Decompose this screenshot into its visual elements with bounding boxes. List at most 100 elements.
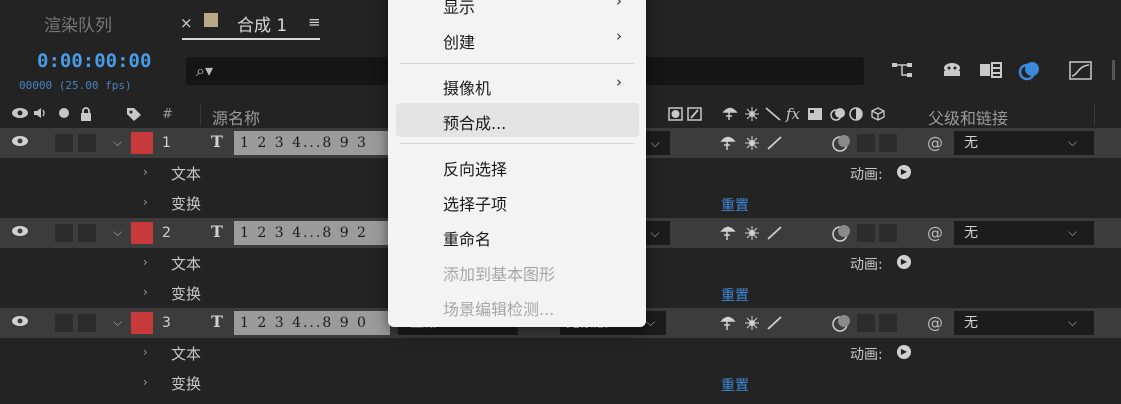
adjustment-layer-box[interactable] — [857, 314, 875, 332]
solo-toggle-box[interactable] — [55, 224, 73, 242]
3d-layer-box[interactable] — [879, 134, 897, 152]
menu-item-precompose[interactable]: 预合成... — [443, 110, 506, 134]
solo-toggle-box[interactable] — [55, 314, 73, 332]
menu-item-invert-selection[interactable]: 反向选择 — [443, 156, 507, 180]
lock-toggle-box[interactable] — [78, 314, 96, 332]
visibility-eye-icon[interactable] — [11, 224, 29, 242]
menu-item-show[interactable]: 显示 — [443, 0, 475, 18]
parent-dropdown-chevron-icon[interactable]: ⌵ — [1068, 315, 1077, 330]
text-layer-icon: T — [211, 132, 223, 151]
text-property-label[interactable]: 文本 — [171, 163, 201, 184]
parent-dropdown-chevron-icon[interactable]: ⌵ — [1068, 135, 1077, 150]
current-time-display[interactable]: 0:00:00:00 — [37, 50, 151, 72]
layer-name-field[interactable]: 1 2 3 4...8 9 0 — [234, 311, 390, 335]
label-color-swatch[interactable] — [131, 222, 153, 244]
reset-link[interactable]: 重置 — [721, 195, 749, 215]
animate-play-icon[interactable]: ▶ — [897, 255, 911, 269]
property-row-transform — [0, 368, 1121, 398]
property-expand-chevron-icon[interactable]: › — [143, 375, 148, 389]
property-expand-chevron-icon[interactable]: › — [143, 285, 148, 299]
motion-blur-icon[interactable] — [1017, 60, 1043, 87]
tab-render-queue[interactable]: 渲染队列 — [44, 11, 112, 36]
motion-blur-switch-icon[interactable] — [830, 132, 856, 158]
transform-property-label[interactable]: 变换 — [171, 283, 201, 304]
solo-dot-icon[interactable] — [58, 106, 70, 124]
graph-editor-icon[interactable] — [1068, 60, 1094, 87]
lock-toggle-box[interactable] — [78, 224, 96, 242]
pick-whip-spiral-icon[interactable]: @ — [927, 133, 943, 152]
video-switch-eye-icon[interactable] — [11, 106, 29, 124]
lock-icon[interactable] — [79, 106, 93, 126]
panel-menu-icon[interactable]: ≡ — [308, 13, 321, 31]
layer-number-header: # — [162, 107, 173, 122]
text-layer-icon: T — [211, 312, 223, 331]
reset-link[interactable]: 重置 — [721, 375, 749, 395]
property-expand-chevron-icon[interactable]: › — [143, 345, 148, 359]
search-icon[interactable]: ⌕▾ — [196, 61, 213, 81]
column-divider — [200, 104, 201, 126]
menu-separator — [400, 63, 634, 64]
text-property-label[interactable]: 文本 — [171, 343, 201, 364]
menu-item-rename[interactable]: 重命名 — [443, 226, 491, 250]
source-name-header[interactable]: 源名称 — [212, 105, 260, 129]
parent-link-header[interactable]: 父级和链接 — [928, 105, 1008, 129]
flowchart-icon[interactable] — [890, 60, 914, 85]
text-layer-icon: T — [211, 222, 223, 241]
audio-speaker-icon[interactable] — [32, 106, 48, 124]
shy-layers-icon[interactable] — [940, 60, 964, 85]
label-color-swatch[interactable] — [131, 312, 153, 334]
text-property-label[interactable]: 文本 — [171, 253, 201, 274]
column-divider — [1094, 104, 1095, 126]
parent-dropdown-chevron-icon[interactable]: ⌵ — [1068, 225, 1077, 240]
animate-label: 动画: — [850, 347, 883, 363]
reset-link[interactable]: 重置 — [721, 285, 749, 305]
menu-item-select-children[interactable]: 选择子项 — [443, 191, 507, 215]
layer-number: 1 — [162, 135, 171, 151]
animate-label: 动画: — [850, 167, 883, 183]
menu-item-camera[interactable]: 摄像机 — [443, 75, 491, 99]
solo-toggle-box[interactable] — [55, 134, 73, 152]
shy-switch-header-icon[interactable] — [668, 106, 708, 126]
animate-play-icon[interactable]: ▶ — [897, 345, 911, 359]
shy-switch-icon[interactable] — [720, 224, 786, 246]
property-expand-chevron-icon[interactable]: › — [143, 255, 148, 269]
frame-blending-icon[interactable] — [978, 60, 1004, 85]
expand-chevron-icon[interactable]: ⌵ — [113, 315, 122, 330]
shy-switch-icon[interactable] — [720, 314, 786, 336]
3d-layer-box[interactable] — [879, 314, 897, 332]
switches-header-icons[interactable]: fx — [722, 105, 922, 126]
property-expand-chevron-icon[interactable]: › — [143, 165, 148, 179]
label-tag-icon[interactable] — [125, 106, 143, 126]
expand-chevron-icon[interactable]: ⌵ — [113, 225, 122, 240]
motion-blur-switch-icon[interactable] — [830, 312, 856, 338]
menu-item-create[interactable]: 创建 — [443, 29, 475, 53]
pick-whip-spiral-icon[interactable]: @ — [927, 223, 943, 242]
property-expand-chevron-icon[interactable]: › — [143, 195, 148, 209]
pick-whip-spiral-icon[interactable]: @ — [927, 313, 943, 332]
animate-play-icon[interactable]: ▶ — [897, 165, 911, 179]
expand-chevron-icon[interactable]: ⌵ — [113, 135, 122, 150]
motion-blur-switch-icon[interactable] — [830, 222, 856, 248]
menu-item-add-essential-graphics: 添加到基本图形 — [443, 265, 556, 284]
trackmatte-chevron-icon[interactable]: ⌵ — [646, 315, 655, 330]
lock-toggle-box[interactable] — [78, 134, 96, 152]
frame-rate-label: 00000 (25.00 fps) — [19, 79, 132, 92]
submenu-arrow-icon: › — [616, 27, 622, 45]
visibility-eye-icon[interactable] — [11, 314, 29, 332]
3d-layer-box[interactable] — [879, 224, 897, 242]
shy-switch-icon[interactable] — [720, 134, 786, 156]
menu-item-highlight — [396, 103, 639, 137]
adjustment-layer-box[interactable] — [857, 134, 875, 152]
svg-text:fx: fx — [785, 106, 801, 122]
adjustment-layer-box[interactable] — [857, 224, 875, 242]
visibility-eye-icon[interactable] — [11, 134, 29, 152]
property-row-text — [0, 338, 1121, 368]
layer-name-field[interactable]: 1 2 3 4...8 9 3 — [234, 131, 390, 155]
tab-composition[interactable]: 合成 1 — [237, 11, 287, 36]
layer-number: 3 — [162, 315, 171, 331]
transform-property-label[interactable]: 变换 — [171, 193, 201, 214]
tab-close-icon[interactable]: × — [180, 14, 193, 32]
transform-property-label[interactable]: 变换 — [171, 373, 201, 394]
layer-name-field[interactable]: 1 2 3 4...8 9 2 — [234, 221, 390, 245]
label-color-swatch[interactable] — [131, 132, 153, 154]
